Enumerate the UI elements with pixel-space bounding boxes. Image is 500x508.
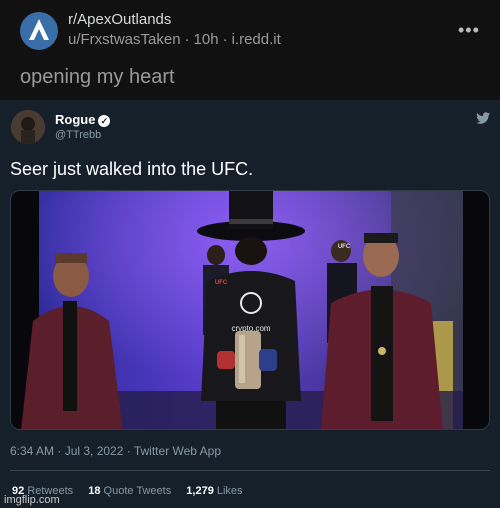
meta-separator: · bbox=[184, 31, 190, 48]
divider bbox=[10, 470, 490, 471]
twitter-icon[interactable] bbox=[476, 112, 490, 124]
avatar-image bbox=[11, 110, 45, 144]
avatar[interactable] bbox=[11, 110, 45, 144]
ufc-walkout-photo: crypto.com UFC UFC bbox=[11, 191, 489, 429]
tweet-text: Seer just walked into the UFC. bbox=[10, 159, 254, 179]
likes-stat[interactable]: 1,279 Likes bbox=[186, 485, 242, 497]
quotes-count: 18 bbox=[88, 485, 101, 497]
watermark: imgflip.com bbox=[4, 494, 60, 506]
tweet-author-label: Rogue bbox=[55, 112, 96, 127]
post-author[interactable]: u/FrxstwasTaken bbox=[68, 31, 181, 48]
reddit-post-header: r/ApexOutlands u/FrxstwasTaken · 10h · i.red… bbox=[0, 0, 500, 100]
tweet-author-name[interactable]: Rogue ✓ bbox=[55, 112, 111, 127]
subreddit-avatar[interactable] bbox=[20, 12, 58, 50]
hat-ufc-right: UFC bbox=[338, 244, 351, 250]
post-meta: u/FrxstwasTaken · 10h · i.redd.it bbox=[68, 31, 281, 48]
likes-count: 1,279 bbox=[186, 485, 214, 497]
meta-separator: · bbox=[222, 31, 228, 48]
post-age: 10h bbox=[193, 31, 219, 48]
verified-icon: ✓ bbox=[98, 114, 111, 127]
apex-subreddit-icon bbox=[29, 19, 49, 40]
tweet-timestamp[interactable]: 6:34 AM · Jul 3, 2022 · Twitter Web App bbox=[10, 444, 221, 458]
subreddit-name[interactable]: r/ApexOutlands bbox=[68, 11, 171, 28]
likes-label: Likes bbox=[216, 485, 243, 497]
quotes-label: Quote Tweets bbox=[103, 485, 172, 497]
embedded-tweet: Rogue ✓ @TTrebb Seer just walked into the… bbox=[0, 100, 500, 508]
more-options-icon[interactable]: ••• bbox=[458, 20, 480, 41]
tweet-media[interactable]: crypto.com UFC UFC bbox=[10, 190, 490, 430]
jersey-ufc-left: UFC bbox=[215, 280, 228, 286]
post-title[interactable]: opening my heart bbox=[20, 66, 175, 89]
tweet-author-handle[interactable]: @TTrebb bbox=[55, 129, 101, 141]
quote-tweets-stat[interactable]: 18 Quote Tweets bbox=[88, 485, 171, 497]
post-domain[interactable]: i.redd.it bbox=[232, 31, 281, 48]
